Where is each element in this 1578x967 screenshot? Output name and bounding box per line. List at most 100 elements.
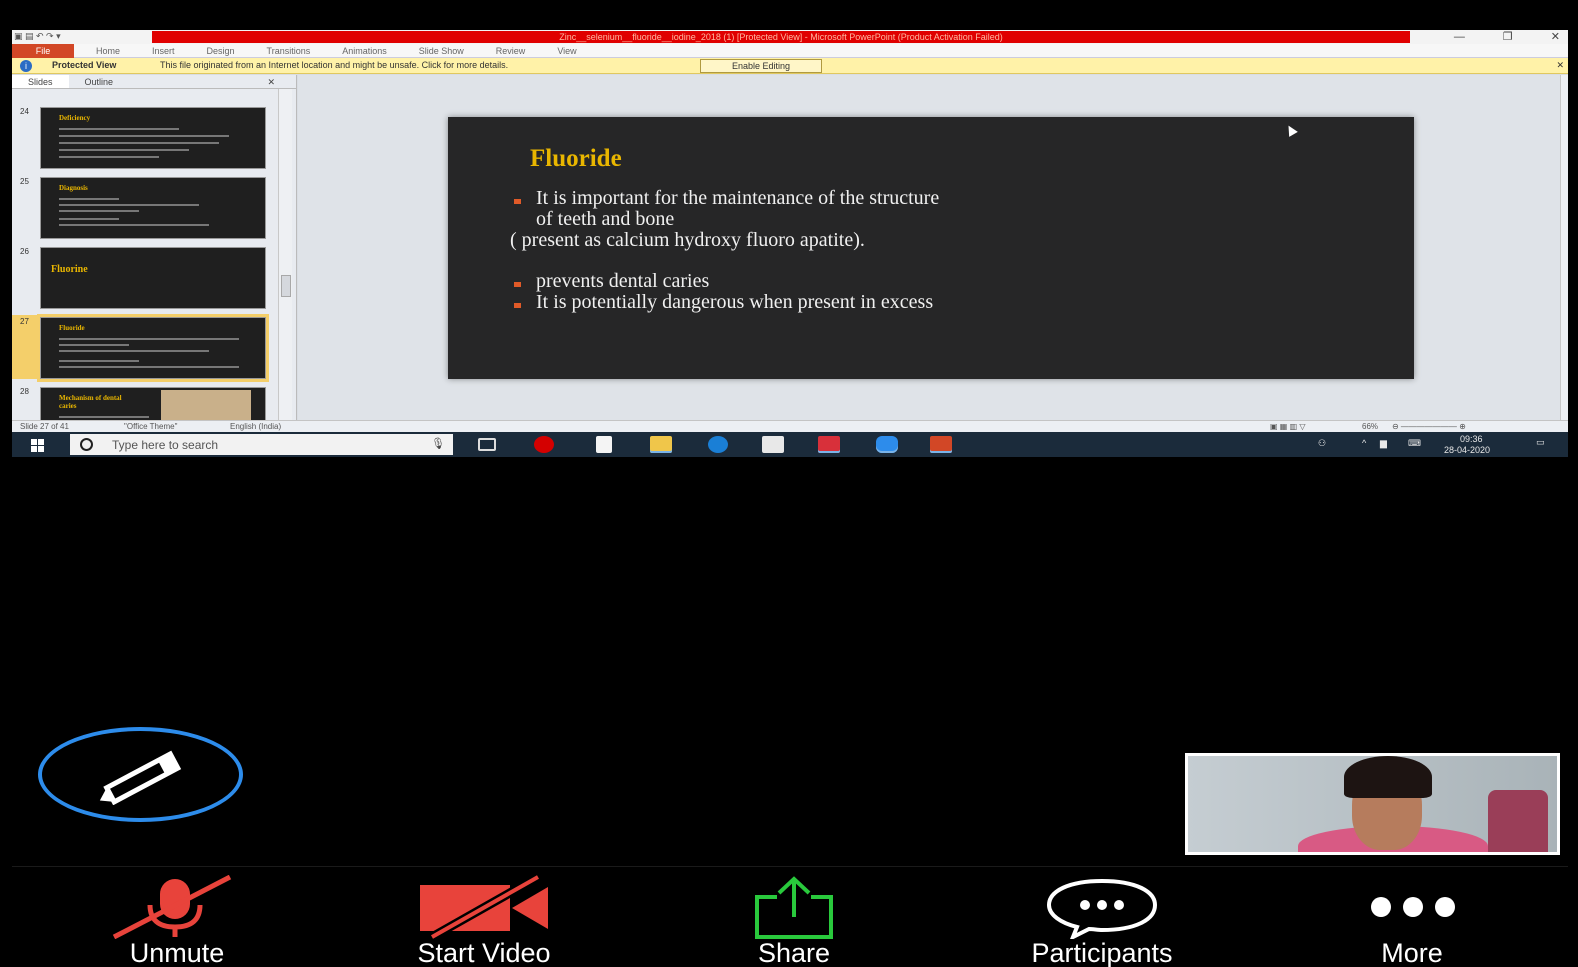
slide-number: 28: [20, 387, 29, 396]
tab-animations[interactable]: Animations: [342, 44, 387, 58]
slide-thumbnail-selected[interactable]: Fluoride: [37, 314, 269, 382]
edge-icon[interactable]: [708, 436, 728, 453]
search-icon: [80, 438, 93, 451]
close-icon[interactable]: ✕: [1556, 60, 1564, 71]
participants-button[interactable]: Participants: [982, 867, 1222, 967]
view-buttons-icon[interactable]: ▣ ▦ ▥ ▽: [1270, 421, 1306, 432]
slide-number: 25: [20, 177, 29, 186]
close-icon[interactable]: ✕: [251, 75, 291, 89]
file-explorer-icon[interactable]: [650, 436, 672, 453]
tab-transitions[interactable]: Transitions: [267, 44, 311, 58]
notification-icon[interactable]: ▭: [1536, 437, 1545, 448]
language[interactable]: English (India): [230, 421, 281, 432]
pencil-icon: [99, 750, 182, 805]
people-icon[interactable]: ⚇: [1318, 438, 1326, 449]
slide-thumbnail[interactable]: Diagnosis: [40, 177, 266, 239]
slide-text-line: It is important for the maintenance of t…: [536, 187, 940, 209]
close-icon[interactable]: ✕: [1551, 31, 1560, 43]
theme-name: "Office Theme": [124, 422, 178, 431]
editor-scrollbar[interactable]: [1560, 75, 1568, 420]
unmute-button[interactable]: Unmute: [72, 867, 282, 967]
bullet-icon: [514, 282, 521, 287]
ribbon-tabs: File Home Insert Design Transitions Anim…: [12, 44, 1568, 58]
slide-number: 24: [20, 107, 29, 116]
search-placeholder: Type here to search: [112, 438, 219, 452]
meeting-toolbar: Unmute Start Video Share Participants Mo…: [12, 866, 1568, 967]
shared-screen: ▣ ▤ ↶ ↷ ▾ Zinc__selenium__fluoride__iodi…: [12, 30, 1568, 457]
thumbnail-title: Mechanism of dental caries: [59, 394, 122, 410]
slide-title: Fluoride: [530, 145, 622, 172]
zoom-slider[interactable]: ⊖ ——————— ⊕: [1392, 421, 1466, 432]
microphone-icon[interactable]: 🎙: [431, 437, 445, 450]
opera-icon[interactable]: [534, 436, 554, 453]
tab-review[interactable]: Review: [496, 44, 526, 58]
thumbnail-scrollbar[interactable]: [278, 89, 292, 420]
scrollbar-thumb[interactable]: [281, 275, 291, 297]
network-icon[interactable]: ▆: [1380, 438, 1387, 449]
windows-taskbar: Type here to search 🎙 ⚇ ^ ▆ ⌨ 09:36 28-0…: [12, 432, 1568, 457]
self-video-thumbnail[interactable]: [1185, 753, 1560, 855]
more-button[interactable]: More: [1342, 867, 1482, 967]
slide-number: 27: [20, 317, 29, 326]
slide-thumbnail[interactable]: Deficiency: [40, 107, 266, 169]
bullet-icon: [514, 303, 521, 308]
start-video-button[interactable]: Start Video: [368, 867, 600, 967]
minimize-icon[interactable]: —: [1454, 31, 1465, 43]
protected-view-label: Protected View: [52, 60, 117, 70]
slide-editing-area: Fluoride It is important for the mainten…: [298, 75, 1568, 420]
clock-date[interactable]: 28-04-2020: [1444, 445, 1490, 455]
slide-text-line: of teeth and bone: [536, 208, 675, 230]
tab-insert[interactable]: Insert: [152, 44, 175, 58]
bullet-icon: [514, 199, 521, 204]
protected-view-message[interactable]: This file originated from an Internet lo…: [160, 60, 508, 70]
zoom-meeting-screen: ▣ ▤ ↶ ↷ ▾ Zinc__selenium__fluoride__iodi…: [0, 0, 1578, 967]
participant-video: [1188, 756, 1557, 852]
zoom-app-icon[interactable]: [876, 436, 898, 453]
tab-view[interactable]: View: [557, 44, 576, 58]
start-video-label: Start Video: [417, 938, 551, 967]
window-controls[interactable]: — ❐ ✕: [1416, 30, 1560, 43]
chat-bubble-icon: [1046, 878, 1158, 939]
tab-home[interactable]: Home: [96, 44, 120, 58]
media-app-icon[interactable]: [818, 436, 840, 453]
tab-slides[interactable]: Slides: [12, 75, 69, 88]
enable-editing-button[interactable]: Enable Editing: [700, 59, 822, 73]
slide-text-line: ( present as calcium hydroxy fluoro apat…: [510, 229, 865, 251]
powerpoint-status-bar: Slide 27 of 41 "Office Theme" English (I…: [12, 420, 1568, 432]
tab-file[interactable]: File: [12, 44, 74, 58]
tab-slide-show[interactable]: Slide Show: [419, 44, 464, 58]
share-label: Share: [757, 938, 831, 967]
annotate-button[interactable]: [38, 727, 243, 822]
slide-number: 26: [20, 247, 29, 256]
tab-outline[interactable]: Outline: [69, 75, 130, 88]
window-title: Zinc__selenium__fluoride__iodine_2018 (1…: [152, 31, 1410, 43]
current-slide[interactable]: Fluoride It is important for the mainten…: [448, 117, 1414, 379]
clock-time[interactable]: 09:36: [1460, 434, 1483, 444]
thumbnail-title: Fluoride: [59, 324, 85, 332]
windows-start-icon[interactable]: [12, 432, 64, 457]
powerpoint-app-icon[interactable]: [930, 436, 952, 453]
share-button[interactable]: Share: [724, 867, 864, 967]
unmute-label: Unmute: [129, 938, 225, 967]
file-icon[interactable]: [596, 436, 612, 453]
quick-access-toolbar[interactable]: ▣ ▤ ↶ ↷ ▾: [14, 31, 61, 42]
store-icon[interactable]: [762, 436, 784, 453]
slides-pane: Slides Outline ✕ 24 Deficiency 25 Diagno…: [12, 75, 297, 449]
system-tray: ⚇ ^ ▆ ⌨ 09:36 28-04-2020 ▭: [1308, 432, 1568, 457]
task-view-icon[interactable]: [478, 438, 496, 451]
more-label: More: [1381, 938, 1443, 967]
zoom-level[interactable]: 66%: [1362, 421, 1378, 432]
info-icon: i: [20, 60, 32, 72]
restore-icon[interactable]: ❐: [1503, 31, 1513, 43]
mouse-cursor-icon: [1284, 123, 1298, 137]
taskbar-search[interactable]: Type here to search 🎙: [70, 434, 453, 455]
tab-design[interactable]: Design: [207, 44, 235, 58]
powerpoint-title-bar: ▣ ▤ ↶ ↷ ▾ Zinc__selenium__fluoride__iodi…: [12, 30, 1568, 44]
slide-text-line: prevents dental caries: [536, 270, 710, 292]
thumbnail-title: Fluorine: [51, 264, 88, 275]
slide-counter: Slide 27 of 41: [20, 422, 69, 431]
chevron-up-icon[interactable]: ^: [1362, 438, 1366, 448]
keyboard-icon[interactable]: ⌨: [1408, 438, 1421, 449]
slide-thumbnail[interactable]: Fluorine: [40, 247, 266, 309]
thumbnail-title: Diagnosis: [59, 184, 88, 192]
